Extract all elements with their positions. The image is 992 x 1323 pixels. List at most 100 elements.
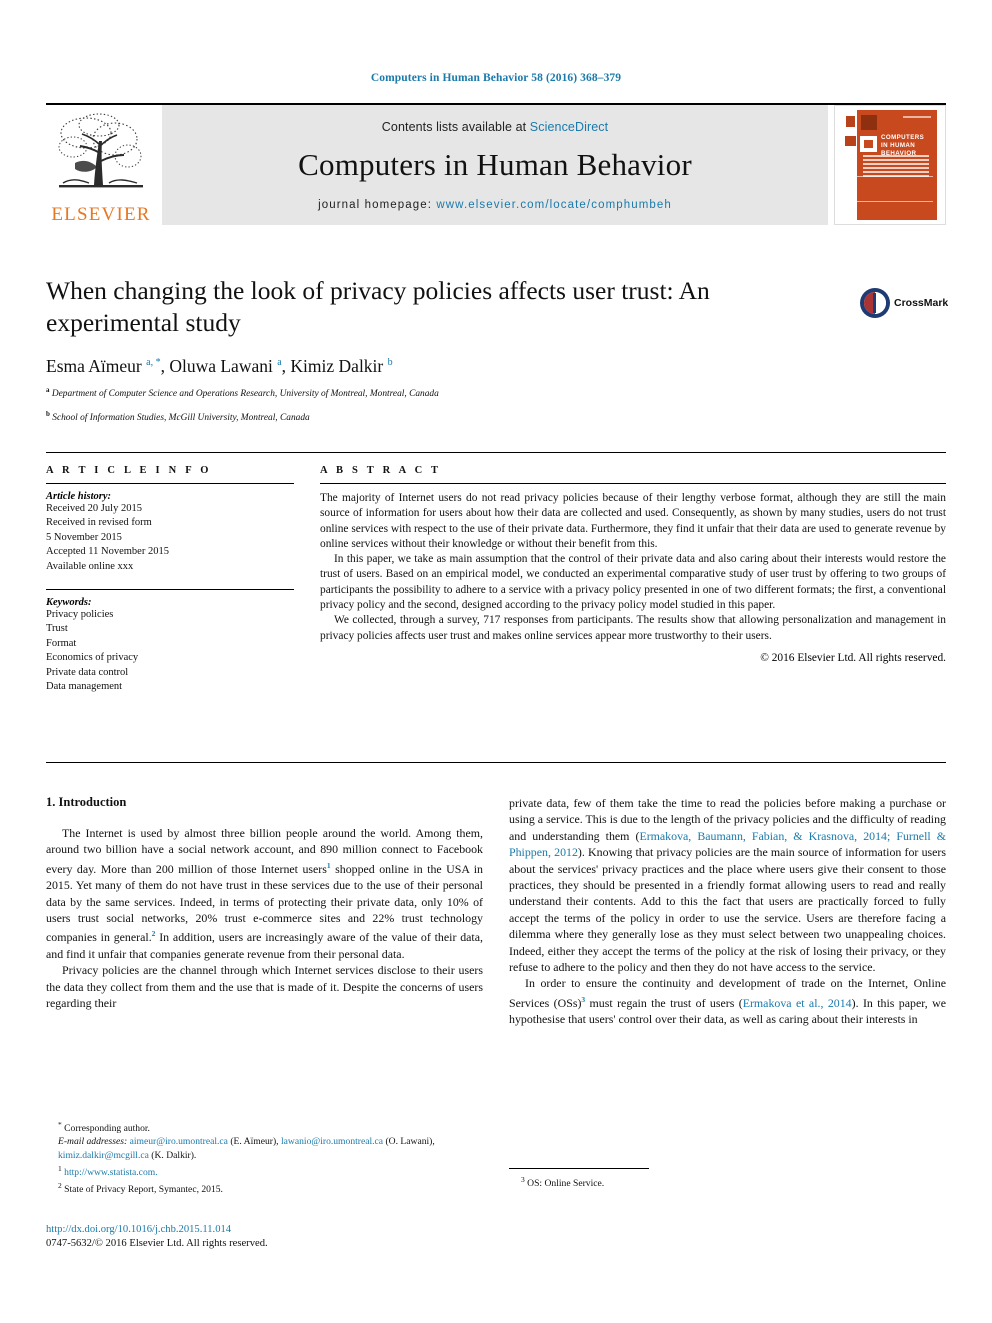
keywords-label: Keywords: [46, 597, 92, 609]
cover-rule-top [857, 176, 933, 177]
body-column-left: 1. Introduction The Internet is used by … [46, 795, 483, 1028]
abstract-paragraph: We collected, through a survey, 717 resp… [320, 614, 946, 642]
footnotes-right: 3 OS: Online Service. [509, 1168, 946, 1190]
article-info-column: A R T I C L E I N F O Article history: R… [46, 465, 294, 694]
corresponding-star: * [58, 1120, 62, 1129]
footnote-1-link[interactable]: http://www.statista.com. [64, 1167, 157, 1178]
running-head: Computers in Human Behavior 58 (2016) 36… [370, 72, 622, 84]
article-history: Article history: Received 20 July 2015 R… [46, 491, 294, 574]
list-item: 5 November 2015 [46, 531, 122, 543]
citation-link[interactable]: Ermakova et al., 2014 [743, 996, 852, 1010]
author-list: Esma Aïmeur a, *, Oluwa Lawani a, Kimiz … [46, 356, 393, 376]
intro-p4-mid: must regain the trust of users ( [585, 995, 743, 1010]
email-link-1[interactable]: aimeur@iro.umontreal.ca [130, 1136, 228, 1147]
cover-square-top [846, 116, 855, 127]
list-item: Economics of privacy [46, 652, 139, 664]
info-top-rule [46, 452, 946, 453]
email-label: E-mail addresses: [58, 1136, 128, 1148]
intro-paragraph-3: private data, few of them take the time … [509, 795, 946, 975]
cover-square-mid [845, 136, 856, 146]
cover-rule-bottom [857, 201, 933, 202]
journal-masthead: ELSEVIER Contents lists available at Sci… [46, 103, 946, 231]
list-item: Data management [46, 681, 123, 693]
email-owner-1: (E. Aïmeur), [230, 1136, 279, 1148]
article-info-rule [46, 483, 294, 484]
page-footer: http://dx.doi.org/10.1016/j.chb.2015.11.… [46, 1223, 483, 1251]
journal-banner: Contents lists available at ScienceDirec… [162, 105, 828, 225]
sciencedirect-link[interactable]: ScienceDirect [530, 120, 608, 134]
footnote-2-marker: 2 [58, 1181, 62, 1191]
elsevier-logo: ELSEVIER [46, 105, 156, 231]
elsevier-wordmark: ELSEVIER [51, 204, 151, 225]
crossmark-label: CrossMark [894, 297, 949, 309]
affiliation-a-text: Department of Computer Science and Opera… [51, 389, 439, 400]
footnote-1: 1 http://www.statista.com. [46, 1162, 483, 1179]
footnote-3-marker: 3 [521, 1175, 525, 1184]
footnote-1-marker: 1 [58, 1163, 62, 1173]
issn-copyright-line: 0747-5632/© 2016 Elsevier Ltd. All right… [46, 1238, 268, 1249]
paper-page: Computers in Human Behavior 58 (2016) 36… [0, 0, 992, 1323]
cover-logo-icon [860, 136, 877, 152]
corresponding-label: Corresponding author. [64, 1123, 150, 1135]
info-abstract-block: A R T I C L E I N F O Article history: R… [46, 452, 946, 694]
cover-artwork: COMPUTERS IN HUMAN BEHAVIOR [843, 110, 937, 220]
body-columns: 1. Introduction The Internet is used by … [46, 795, 946, 1028]
cover-publisher-mark [861, 115, 877, 130]
list-item: Format [46, 637, 77, 649]
footnotes-left: * Corresponding author. E-mail addresses… [46, 1118, 483, 1197]
intro-paragraph-1: The Internet is used by almost three bil… [46, 825, 483, 962]
section-heading-introduction: 1. Introduction [46, 795, 127, 809]
homepage-label: journal homepage: [318, 198, 433, 211]
journal-cover-thumbnail: COMPUTERS IN HUMAN BEHAVIOR [834, 105, 946, 225]
journal-homepage-line: journal homepage: www.elsevier.com/locat… [318, 199, 672, 211]
tree-svg [58, 113, 143, 188]
journal-title: Computers in Human Behavior [298, 146, 692, 182]
contents-available-line: Contents lists available at ScienceDirec… [382, 120, 608, 134]
keywords-rule [46, 589, 294, 591]
intro-p3-post: ). Knowing that privacy policies are the… [509, 845, 947, 975]
cover-issn-bar [903, 116, 931, 118]
homepage-url-link[interactable]: www.elsevier.com/locate/comphumbeh [436, 199, 672, 211]
footnote-separator-rule [509, 1168, 649, 1169]
affiliation-b: b School of Information Studies, McGill … [46, 410, 310, 424]
contents-prefix: Contents lists available at [381, 119, 527, 134]
abstract-paragraph: The majority of Internet users do not re… [320, 492, 946, 550]
email-owner-2: (O. Lawani), [385, 1136, 435, 1148]
list-item: Trust [46, 623, 68, 635]
abstract-column: A B S T R A C T The majority of Internet… [320, 465, 946, 694]
email-link-3[interactable]: kimiz.dalkir@mcgill.ca [58, 1150, 149, 1161]
crossmark-badge[interactable]: CrossMark [860, 288, 948, 334]
article-info-heading: A R T I C L E I N F O [46, 465, 212, 476]
crossmark-icon [860, 288, 890, 318]
page-title: When changing the look of privacy polici… [46, 276, 710, 337]
article-history-list: Received 20 July 2015 Received in revise… [46, 502, 294, 574]
intro-paragraph-4: In order to ensure the continuity and de… [509, 975, 946, 1027]
body-column-right: private data, few of them take the time … [509, 795, 946, 1028]
email-link-2[interactable]: lawanio@iro.umontreal.ca [281, 1136, 383, 1147]
intro-paragraph-2: Privacy policies are the channel through… [46, 963, 483, 1010]
abstract-copyright: © 2016 Elsevier Ltd. All rights reserved… [760, 651, 946, 664]
elsevier-tree-icon [53, 111, 149, 203]
abstract-heading: A B S T R A C T [320, 465, 442, 476]
list-item: Private data control [46, 666, 129, 678]
footnote-2-text: State of Privacy Report, Symantec, 2015. [64, 1184, 223, 1196]
footnote-2: 2 State of Privacy Report, Symantec, 201… [46, 1179, 483, 1196]
list-item: Received 20 July 2015 [46, 503, 142, 514]
corresponding-author-note: * Corresponding author. [46, 1118, 483, 1135]
footnote-3-text: OS: Online Service. [527, 1178, 605, 1190]
keywords-block: Keywords: Privacy policies Trust Format … [46, 589, 294, 694]
article-history-label: Article history: [46, 491, 112, 502]
abstract-paragraph: In this paper, we take as main assumptio… [320, 553, 946, 612]
email-owner-3: (K. Dalkir). [151, 1149, 197, 1161]
list-item: Accepted 11 November 2015 [46, 546, 169, 558]
email-addresses-note: E-mail addresses: aimeur@iro.umontreal.c… [46, 1135, 483, 1161]
title-block: When changing the look of privacy polici… [46, 275, 946, 425]
list-item: Received in revised form [46, 517, 152, 529]
footnote-3: 3 OS: Online Service. [509, 1173, 946, 1190]
list-item: Privacy policies [46, 609, 114, 621]
abstract-rule [320, 483, 946, 484]
abstract-bottom-rule [46, 762, 946, 763]
doi-link[interactable]: http://dx.doi.org/10.1016/j.chb.2015.11.… [46, 1223, 483, 1237]
keywords-list: Privacy policies Trust Format Economics … [46, 608, 294, 694]
affiliation-a: a Department of Computer Science and Ope… [46, 386, 439, 400]
